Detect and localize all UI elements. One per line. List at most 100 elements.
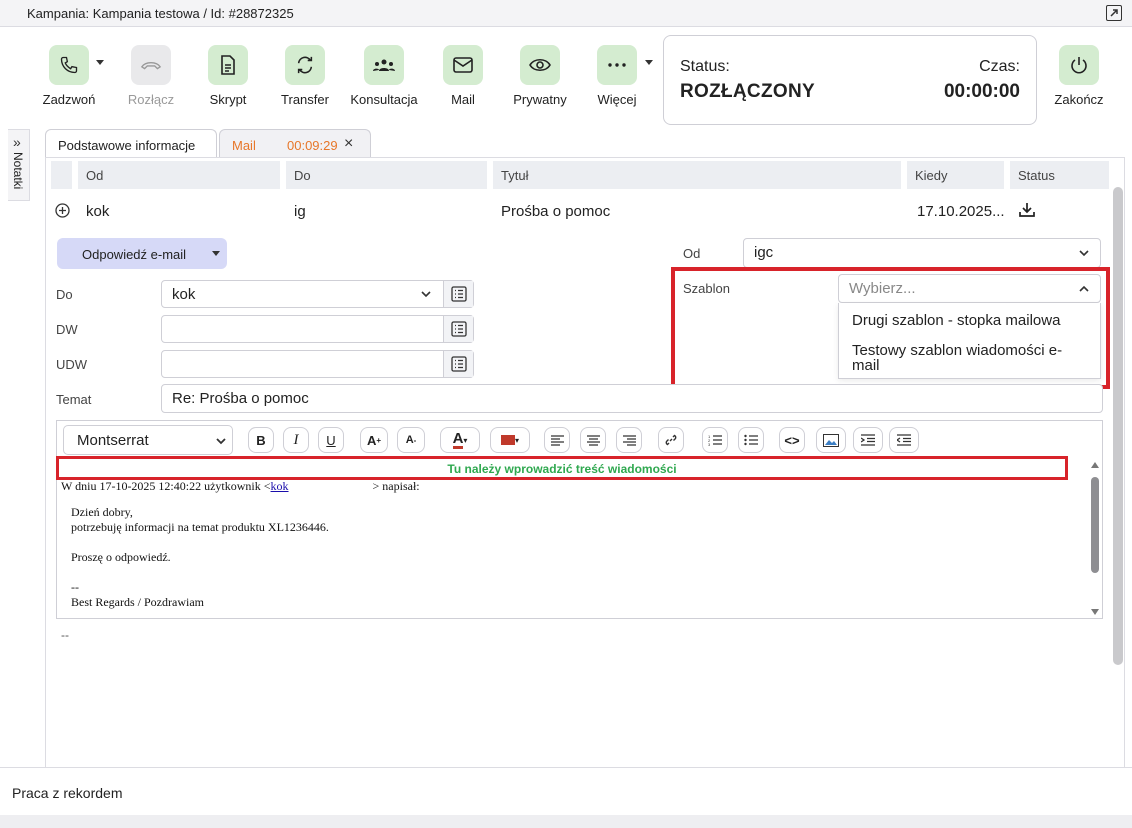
record-panel[interactable]: Praca z rekordem [0, 767, 1132, 815]
to-field[interactable]: kok [161, 280, 474, 308]
from-select[interactable]: igc [743, 238, 1101, 268]
reply-email-label: Odpowiedź e-mail [82, 247, 187, 262]
address-book-icon[interactable] [443, 281, 473, 307]
consultation-button[interactable]: Konsultacja [344, 45, 424, 107]
time-value: 00:00:00 [943, 81, 1020, 102]
outdent-icon[interactable] [889, 427, 919, 453]
panel-scrollbar[interactable] [1113, 187, 1123, 665]
download-icon[interactable] [1019, 202, 1035, 222]
template-select[interactable]: Wybierz... [838, 274, 1101, 303]
chevron-down-icon[interactable] [212, 251, 220, 256]
power-icon [1059, 45, 1099, 85]
mail-label: Mail [451, 92, 475, 107]
transfer-button[interactable]: Transfer [265, 45, 345, 107]
chevron-down-icon [421, 291, 431, 298]
column-title[interactable]: Tytuł [493, 161, 901, 189]
align-right-icon[interactable] [616, 427, 642, 453]
indent-icon[interactable] [853, 427, 883, 453]
finish-button[interactable]: Zakończ [1039, 45, 1119, 107]
bold-icon[interactable]: B [248, 427, 274, 453]
tab-basic-info[interactable]: Podstawowe informacje [45, 129, 217, 157]
address-book-icon[interactable] [443, 351, 473, 377]
double-chevron-right-icon: » [13, 134, 21, 150]
subject-label: Temat [56, 392, 92, 407]
record-panel-label: Praca z rekordem [12, 785, 123, 801]
column-to-label: Do [294, 168, 311, 183]
reply-email-button[interactable]: Odpowiedź e-mail [57, 238, 227, 269]
bullet-list-icon[interactable] [738, 427, 764, 453]
call-button[interactable]: Zadzwoń [29, 45, 109, 107]
more-options-chevron-icon[interactable] [645, 60, 653, 65]
popout-icon[interactable] [1106, 5, 1122, 21]
mail-button[interactable]: Mail [423, 45, 503, 107]
highlight-color-icon[interactable]: ▾ [490, 427, 530, 453]
notes-sidebar-toggle[interactable]: » Notatki [8, 129, 30, 201]
font-select[interactable]: Montserrat [63, 425, 233, 455]
expand-row-icon[interactable] [55, 203, 70, 222]
script-button[interactable]: Skrypt [188, 45, 268, 107]
column-from[interactable]: Od [78, 161, 280, 189]
chevron-up-icon [1079, 285, 1089, 292]
call-options-chevron-icon[interactable] [96, 60, 104, 65]
phone-icon [49, 45, 89, 85]
row-from: kok [86, 203, 110, 220]
eye-icon [520, 45, 560, 85]
tab-mail[interactable]: Mail 00:09:29 × [219, 129, 371, 157]
link-icon[interactable] [658, 427, 684, 453]
message-hint-banner: Tu należy wprowadzić treść wiadomości [56, 456, 1068, 480]
font-size-increase-icon[interactable]: A + [360, 427, 388, 453]
font-color-icon[interactable]: A ▾ [440, 427, 480, 453]
email-editor[interactable]: Montserrat B I U A + A- A ▾ ▾ 123 <> W dni… [56, 420, 1103, 619]
to-label: Do [56, 287, 73, 302]
bcc-field[interactable] [161, 350, 474, 378]
column-when[interactable]: Kiedy [907, 161, 1004, 189]
quoted-header: W dniu 17-10-2025 12:40:22 użytkownik <k… [61, 479, 420, 494]
close-icon[interactable]: × [344, 135, 353, 153]
private-button[interactable]: Prywatny [500, 45, 580, 107]
italic-icon[interactable]: I [283, 427, 309, 453]
template-label: Szablon [683, 281, 730, 296]
tab-basic-info-label: Podstawowe informacje [58, 138, 196, 153]
template-option[interactable]: Drugi szablon - stopka mailowa [852, 313, 1060, 328]
consultation-label: Konsultacja [350, 92, 418, 107]
quoted-line: -- [71, 580, 79, 594]
hangup-button[interactable]: Rozłącz [111, 45, 191, 107]
mail-table-header: Od Do Tytuł Kiedy Status [51, 161, 1109, 189]
row-when: 17.10.2025... [917, 203, 1005, 220]
notes-label: Notatki [11, 152, 25, 190]
window-bottom-edge [0, 815, 1132, 828]
more-icon [597, 45, 637, 85]
template-option[interactable]: Testowy szablon wiadomości e-mail [852, 343, 1087, 373]
time-label: Czas: [979, 58, 1020, 75]
hangup-label: Rozłącz [127, 92, 175, 107]
quoted-sender-link[interactable]: kok [271, 479, 289, 493]
cc-field[interactable] [161, 315, 474, 343]
group-icon [364, 45, 404, 85]
underline-icon[interactable]: U [318, 427, 344, 453]
mail-icon [443, 45, 483, 85]
cc-label: DW [56, 322, 78, 337]
column-title-label: Tytuł [501, 168, 529, 183]
editor-toolbar: Montserrat B I U A + A- A ▾ ▾ 123 <> [57, 421, 1102, 457]
font-size-decrease-icon[interactable]: A- [397, 427, 425, 453]
align-left-icon[interactable] [544, 427, 570, 453]
align-center-icon[interactable] [580, 427, 606, 453]
ordered-list-icon[interactable]: 123 [702, 427, 728, 453]
private-label: Prywatny [513, 92, 567, 107]
font-value: Montserrat [77, 432, 149, 449]
campaign-title: Kampania: Kampania testowa / Id: #288723… [27, 6, 294, 21]
address-book-icon[interactable] [443, 316, 473, 342]
template-placeholder: Wybierz... [849, 280, 916, 297]
code-icon[interactable]: <> [779, 427, 805, 453]
column-to[interactable]: Do [286, 161, 487, 189]
window-titlebar: Kampania: Kampania testowa / Id: #288723… [0, 0, 1132, 27]
signature-text: -- [61, 628, 69, 642]
column-status[interactable]: Status [1010, 161, 1109, 189]
table-row[interactable]: kok ig Prośba o pomoc 17.10.2025... [51, 194, 1109, 228]
call-toolbar: Zadzwoń Rozłącz Skrypt Transfer Konsulta… [0, 27, 1132, 127]
editor-scrollbar[interactable] [1090, 462, 1100, 617]
more-button[interactable]: Więcej [577, 45, 657, 107]
subject-input[interactable]: Re: Prośba o pomoc [161, 384, 1103, 413]
image-icon[interactable] [816, 427, 846, 453]
quoted-body: Dzień dobry, potrzebuję informacji na te… [71, 505, 329, 610]
